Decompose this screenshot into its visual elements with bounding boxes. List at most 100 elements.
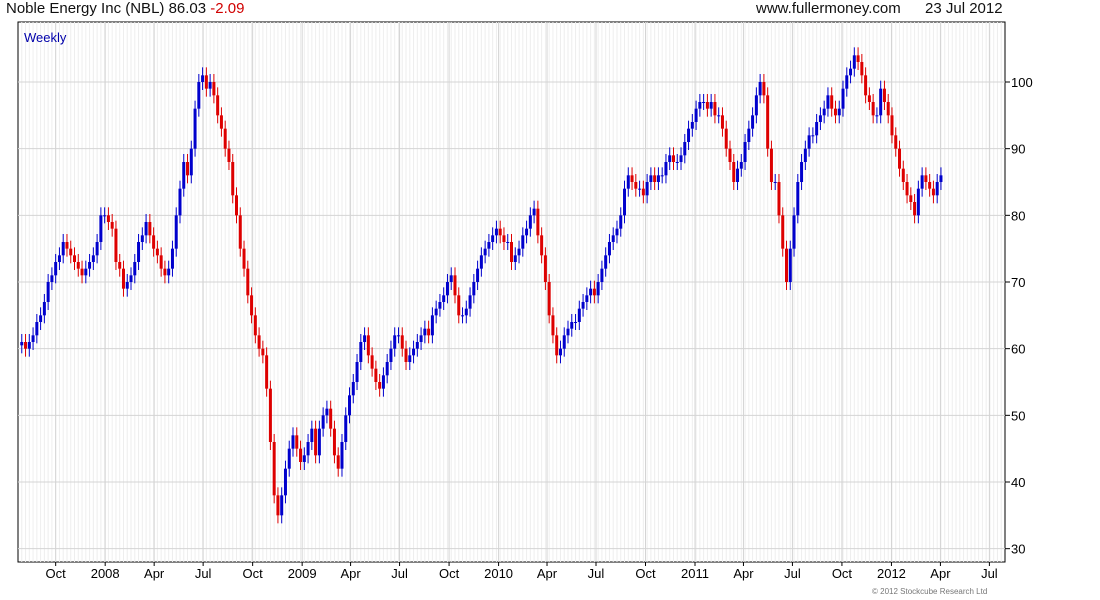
candle-body bbox=[219, 115, 223, 129]
candle-body bbox=[581, 302, 585, 309]
candle-body bbox=[65, 242, 69, 249]
candle-body bbox=[690, 122, 694, 129]
candle-body bbox=[743, 142, 747, 162]
y-tick-label: 40 bbox=[1011, 475, 1025, 490]
candle-body bbox=[754, 95, 758, 116]
x-tick-label: 2011 bbox=[681, 566, 709, 581]
candle-body bbox=[257, 335, 261, 349]
candle-body bbox=[751, 115, 755, 129]
candle-body bbox=[901, 168, 905, 182]
candle-body bbox=[879, 88, 883, 116]
candle-body bbox=[302, 455, 306, 462]
candle-body bbox=[253, 315, 257, 336]
candle-body bbox=[121, 268, 125, 289]
candle-body bbox=[604, 255, 608, 269]
copyright-notice: © 2012 Stockcube Research Ltd bbox=[872, 587, 988, 596]
candle-body bbox=[769, 148, 773, 182]
candle-body bbox=[864, 75, 868, 96]
candle-body bbox=[106, 215, 110, 222]
candle-body bbox=[555, 335, 559, 356]
candle-body bbox=[69, 248, 73, 256]
candle-body bbox=[404, 348, 408, 362]
candle-body bbox=[849, 68, 853, 76]
candle-body bbox=[265, 355, 269, 389]
candle-body bbox=[370, 355, 374, 369]
candle-body bbox=[698, 102, 702, 109]
candle-body bbox=[408, 355, 412, 362]
candle-body bbox=[826, 95, 830, 109]
candle-body bbox=[159, 255, 163, 269]
candle-body bbox=[336, 455, 340, 469]
candle-body bbox=[276, 495, 280, 516]
candle-body bbox=[291, 435, 295, 449]
candle-body bbox=[359, 342, 363, 362]
candle-body bbox=[547, 282, 551, 316]
candle-body bbox=[803, 148, 807, 162]
x-tick-label: Oct bbox=[635, 566, 656, 581]
y-tick-label: 70 bbox=[1011, 275, 1025, 290]
candle-body bbox=[498, 228, 502, 236]
candle-body bbox=[611, 235, 615, 242]
candle-body bbox=[574, 322, 578, 323]
candle-body bbox=[76, 262, 80, 269]
candle-body bbox=[261, 348, 265, 356]
candle-body bbox=[310, 428, 314, 442]
candle-body bbox=[626, 175, 630, 189]
candle-body bbox=[238, 215, 242, 249]
candle-body bbox=[272, 442, 276, 496]
candle-body bbox=[223, 128, 227, 149]
candle-body bbox=[739, 162, 743, 169]
candle-body bbox=[170, 248, 174, 269]
candle-body bbox=[558, 348, 562, 356]
x-tick-label: Jul bbox=[784, 566, 801, 581]
candle-body bbox=[913, 202, 917, 216]
x-tick-label: Oct bbox=[46, 566, 67, 581]
candle-body bbox=[890, 115, 894, 136]
candle-body bbox=[720, 115, 724, 129]
candle-body bbox=[201, 75, 205, 82]
candle-body bbox=[867, 95, 871, 102]
candle-body bbox=[314, 428, 318, 456]
candle-body bbox=[607, 242, 611, 256]
candle-body bbox=[796, 182, 800, 216]
candle-body bbox=[329, 408, 333, 429]
candle-body bbox=[762, 82, 766, 96]
candle-body bbox=[24, 342, 28, 349]
candle-body bbox=[208, 82, 212, 89]
candle-body bbox=[905, 182, 909, 196]
x-tick-label: Oct bbox=[832, 566, 853, 581]
candle-body bbox=[728, 148, 732, 162]
candle-body bbox=[920, 175, 924, 189]
candle-body bbox=[494, 228, 498, 236]
candle-body bbox=[91, 255, 95, 262]
candle-body bbox=[344, 415, 348, 442]
candle-body bbox=[80, 268, 84, 276]
candle-body bbox=[562, 335, 566, 349]
candle-body bbox=[551, 315, 555, 336]
x-tick-label: Jul bbox=[195, 566, 212, 581]
candle-body bbox=[189, 148, 193, 176]
candle-body bbox=[144, 222, 148, 236]
candle-body bbox=[88, 262, 92, 269]
candle-body bbox=[656, 175, 660, 182]
candle-body bbox=[430, 315, 434, 336]
candle-body bbox=[732, 162, 736, 182]
candle-body bbox=[479, 255, 483, 269]
candle-body bbox=[114, 228, 118, 262]
candle-body bbox=[133, 262, 137, 276]
candle-body bbox=[427, 328, 431, 336]
candle-body bbox=[50, 275, 54, 282]
candle-body bbox=[363, 335, 367, 342]
candle-body bbox=[935, 182, 939, 196]
candle-body bbox=[736, 168, 740, 182]
candle-body bbox=[389, 348, 393, 362]
candle-body bbox=[355, 362, 359, 382]
candle-body bbox=[434, 308, 438, 316]
candle-body bbox=[600, 268, 604, 282]
candle-body bbox=[461, 315, 465, 317]
candle-body bbox=[155, 248, 159, 256]
candle-body bbox=[182, 162, 186, 189]
candle-body bbox=[366, 335, 370, 356]
candle-body bbox=[125, 282, 129, 289]
candle-body bbox=[702, 102, 706, 103]
